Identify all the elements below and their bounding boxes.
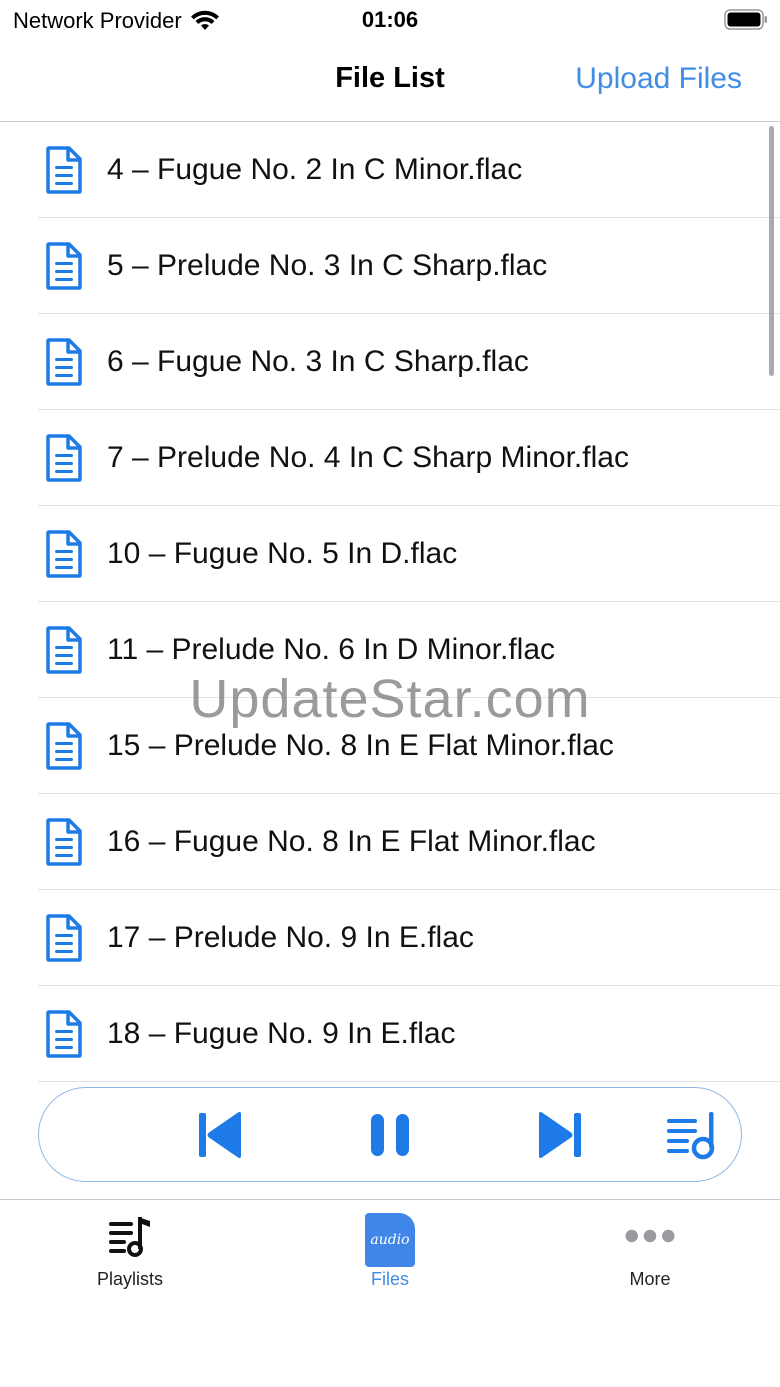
file-list-item[interactable]: 15 – Prelude No. 8 In E Flat Minor.flac [0, 698, 780, 794]
pause-icon [371, 1114, 409, 1156]
document-icon [44, 914, 84, 962]
document-icon [44, 818, 84, 866]
upload-files-button[interactable]: Upload Files [575, 62, 742, 96]
mini-player [38, 1087, 742, 1182]
document-icon [44, 338, 84, 386]
tab-label: Playlists [96, 1269, 163, 1289]
more-icon [624, 1212, 676, 1260]
file-list-item[interactable]: 11 – Prelude No. 6 In D Minor.flac [0, 602, 780, 698]
document-icon [44, 722, 84, 770]
battery-icon [724, 9, 767, 30]
file-list-item[interactable]: 17 – Prelude No. 9 In E.flac [0, 890, 780, 986]
file-name: 16 – Fugue No. 8 In E Flat Minor.flac [107, 825, 596, 858]
playlist-icon [104, 1212, 156, 1260]
file-list-item[interactable]: 4 – Fugue No. 2 In C Minor.flac [0, 122, 780, 218]
pause-button[interactable] [363, 1108, 417, 1162]
document-icon [44, 434, 84, 482]
file-list-item[interactable]: 18 – Fugue No. 9 In E.flac [0, 986, 780, 1082]
audio-file-icon: audio [364, 1212, 416, 1267]
file-list[interactable]: 4 – Fugue No. 2 In C Minor.flac 5 – Prelu… [0, 122, 780, 1082]
document-icon [44, 626, 84, 674]
clock: 01:06 [361, 7, 419, 32]
document-icon [44, 1010, 84, 1058]
file-list-item[interactable]: 6 – Fugue No. 3 In C Sharp.flac [0, 314, 780, 410]
tab-label: More [629, 1269, 671, 1289]
document-icon [44, 530, 84, 578]
file-list-item[interactable]: 7 – Prelude No. 4 In C Sharp Minor.flac [0, 410, 780, 506]
document-icon [44, 146, 84, 194]
audio-icon-text: audio [370, 1232, 410, 1248]
file-list-item[interactable]: 10 – Fugue No. 5 In D.flac [0, 506, 780, 602]
file-name: 11 – Prelude No. 6 In D Minor.flac [107, 633, 556, 666]
file-name: 6 – Fugue No. 3 In C Sharp.flac [107, 345, 529, 378]
document-icon [44, 242, 84, 290]
tab-files[interactable]: audio Files [260, 1200, 520, 1300]
status-bar: Network Provider 01:06 [0, 0, 780, 44]
file-name: 7 – Prelude No. 4 In C Sharp Minor.flac [107, 441, 629, 474]
navigation-bar: File List Upload Files [0, 44, 780, 122]
queue-button[interactable] [665, 1108, 719, 1162]
file-list-item[interactable]: 16 – Fugue No. 8 In E Flat Minor.flac [0, 794, 780, 890]
file-name: 5 – Prelude No. 3 In C Sharp.flac [107, 249, 548, 282]
file-name: 18 – Fugue No. 9 In E.flac [107, 1017, 456, 1050]
tab-more[interactable]: More [520, 1200, 780, 1300]
file-name: 15 – Prelude No. 8 In E Flat Minor.flac [107, 729, 614, 762]
file-name: 10 – Fugue No. 5 In D.flac [107, 537, 458, 570]
next-track-icon [539, 1112, 581, 1158]
previous-track-button[interactable] [193, 1108, 247, 1162]
queue-icon [667, 1112, 715, 1160]
tab-label: Files [370, 1269, 409, 1289]
file-list-item[interactable]: 5 – Prelude No. 3 In C Sharp.flac [0, 218, 780, 314]
tab-playlists[interactable]: Playlists [0, 1200, 260, 1300]
tab-bar: Playlists audio Files More [0, 1199, 780, 1387]
file-name: 4 – Fugue No. 2 In C Minor.flac [107, 153, 523, 186]
scrollbar[interactable] [769, 126, 774, 376]
file-name: 17 – Prelude No. 9 In E.flac [107, 921, 474, 954]
previous-track-icon [199, 1112, 241, 1158]
next-track-button[interactable] [533, 1108, 587, 1162]
